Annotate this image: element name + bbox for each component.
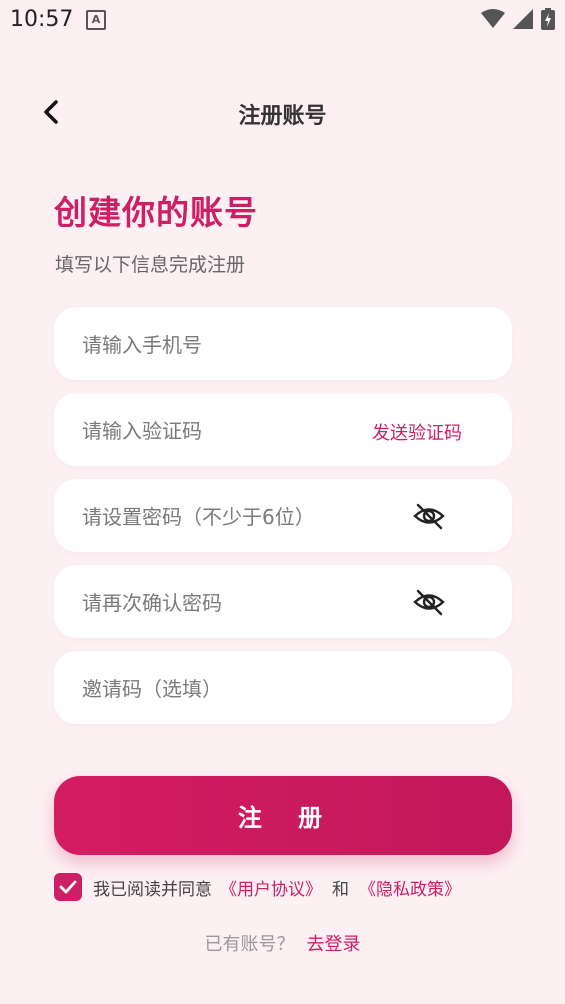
page-title: 注册账号 [238,104,327,129]
signal-icon [513,9,533,29]
battery-icon [541,8,555,30]
password-input[interactable] [80,479,384,554]
top-bar: 注册账号 [0,90,565,134]
confirm-password-field [54,565,512,640]
have-account-text: 已有账号？ [204,934,295,955]
goto-login-link[interactable]: 去登录 [307,934,361,955]
status-time: 10:57 [10,7,74,32]
password-field [54,479,512,554]
phone-field [54,307,512,382]
invite-code-field [54,651,512,726]
eye-off-icon[interactable] [412,585,446,619]
invite-code-input[interactable] [80,651,384,726]
form-subheading: 填写以下信息完成注册 [55,254,246,276]
login-prompt: 已有账号？ 去登录 [0,930,565,956]
status-bar: 10:57 A [0,0,565,40]
confirm-password-input[interactable] [80,565,384,640]
form-heading: 创建你的账号 [54,193,258,232]
user-agreement-link[interactable]: 《用户协议》 [220,875,322,900]
status-icons [481,8,555,30]
check-icon [59,880,77,894]
phone-input[interactable] [80,307,384,382]
register-button[interactable]: 注 册 [54,776,512,855]
code-input[interactable] [80,393,384,468]
agreement-and: 和 [332,879,349,900]
code-field: 发送验证码 [54,393,512,468]
agreement-text: 我已阅读并同意 [93,879,212,900]
agreement-row: 我已阅读并同意 《用户协议》 和 《隐私政策》 [54,872,461,902]
notification-icon: A [86,10,106,30]
send-code-button[interactable]: 发送验证码 [372,419,462,445]
agreement-checkbox[interactable] [54,873,82,901]
wifi-icon [481,9,505,28]
privacy-policy-link[interactable]: 《隐私政策》 [359,875,461,900]
eye-off-icon[interactable] [412,499,446,533]
